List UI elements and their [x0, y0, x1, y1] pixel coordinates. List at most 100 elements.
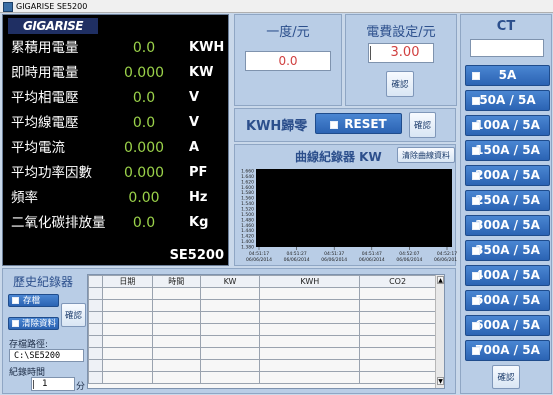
path-field[interactable]: C:\SE5200 — [9, 349, 84, 362]
x-tick-time: 04:51:17 — [249, 251, 269, 257]
ct-indicator-icon — [472, 172, 480, 180]
column-header[interactable]: 時間 — [151, 275, 201, 288]
ct-input[interactable] — [470, 39, 544, 57]
y-tick-label: 1.440 — [241, 228, 254, 234]
meter-row: 平均功率因數 0.000 PF — [3, 161, 230, 185]
rate-confirm-button[interactable]: 確認 — [386, 71, 414, 97]
rate-input[interactable]: 3.00 — [368, 43, 434, 63]
x-tick-time: 04:52:07 — [399, 251, 419, 257]
window-title: GIGARISE SE5200 — [16, 2, 88, 11]
meter-row: 平均電流 0.000 A — [3, 136, 230, 160]
meter-value: 0.0 — [132, 215, 156, 231]
table-cell — [151, 287, 201, 300]
save-indicator-icon — [12, 297, 19, 304]
meter-value: 0.000 — [123, 165, 165, 181]
ct-indicator-icon — [472, 97, 480, 105]
ct-option-button[interactable]: 50A / 5A — [465, 90, 550, 111]
kwh-confirm-button[interactable]: 確認 — [409, 112, 436, 138]
column-header[interactable]: 日期 — [101, 275, 153, 288]
rate-setting-panel: 電費設定/元 3.00 確認 — [345, 14, 457, 106]
column-header[interactable]: KW — [199, 275, 261, 288]
ct-indicator-icon — [472, 222, 480, 230]
stepper-icon[interactable] — [370, 46, 374, 60]
table-cell — [88, 311, 103, 324]
ct-option-button[interactable]: 5A — [465, 65, 550, 86]
time-unit-label: 分 — [76, 382, 86, 392]
meter-label: 平均電流 — [11, 140, 65, 156]
time-stepper-icon[interactable] — [33, 380, 37, 389]
x-tick-date: 06/06/2014 — [396, 257, 422, 263]
y-tick-label: 1.600 — [241, 185, 254, 191]
table-cell — [359, 335, 436, 348]
kwh-reset-panel: KWH歸零 RESET 確認 — [234, 108, 456, 142]
table-row[interactable] — [88, 335, 436, 348]
ct-option-button[interactable]: 300A / 5A — [465, 215, 550, 236]
meter-row: 累積用電量 0.0 KWH — [3, 36, 230, 60]
ct-title: CT — [496, 19, 516, 34]
column-header[interactable]: CO2 — [359, 275, 436, 288]
ct-option-label: 350A / 5A — [475, 243, 540, 257]
table-row[interactable] — [88, 323, 436, 336]
ct-option-button[interactable]: 200A / 5A — [465, 165, 550, 186]
table-cell — [199, 311, 261, 324]
table-cell — [101, 371, 153, 384]
table-cell — [259, 311, 361, 324]
table-row[interactable] — [88, 359, 436, 372]
ct-option-button[interactable]: 400A / 5A — [465, 265, 550, 286]
table-row[interactable] — [88, 299, 436, 312]
ct-option-button[interactable]: 700A / 5A — [465, 340, 550, 361]
history-title: 歷史紀錄器 — [13, 275, 74, 289]
table-cell — [199, 335, 261, 348]
ct-option-button[interactable]: 150A / 5A — [465, 140, 550, 161]
ct-option-label: 5A — [498, 68, 517, 82]
ct-option-button[interactable]: 250A / 5A — [465, 190, 550, 211]
table-row[interactable] — [88, 287, 436, 300]
clear-chart-button[interactable]: 清除曲線資料 — [397, 147, 455, 163]
ct-option-button[interactable]: 500A / 5A — [465, 290, 550, 311]
table-cell — [151, 347, 201, 360]
ct-option-label: 200A / 5A — [475, 168, 540, 182]
table-cell — [359, 347, 436, 360]
table-cell — [88, 347, 103, 360]
ct-option-label: 50A / 5A — [479, 93, 536, 107]
history-table[interactable]: 日期 時間 KW KWH CO2 ▲ ▼ — [87, 274, 445, 389]
column-header[interactable]: KWH — [259, 275, 361, 288]
unit-price-panel: 一度/元 0.0 — [234, 14, 342, 106]
record-time-input[interactable]: 1 — [31, 377, 75, 391]
x-axis: 04:51:1706/06/201404:51:2706/06/201404:5… — [246, 247, 457, 263]
scroll-down-icon[interactable]: ▼ — [437, 377, 444, 385]
ct-option-label: 100A / 5A — [475, 118, 540, 132]
table-row[interactable] — [88, 371, 436, 384]
history-confirm-button[interactable]: 確認 — [61, 303, 86, 327]
table-cell — [259, 299, 361, 312]
table-cell — [199, 347, 261, 360]
ct-confirm-button[interactable]: 確認 — [492, 365, 520, 389]
app-icon — [3, 2, 13, 12]
x-tick-date: 06/06/2014 — [321, 257, 347, 263]
table-cell — [199, 287, 261, 300]
table-cell — [151, 299, 201, 312]
x-tick-time: 04:51:47 — [362, 251, 382, 257]
reset-button[interactable]: RESET — [315, 113, 402, 134]
ct-option-button[interactable]: 100A / 5A — [465, 115, 550, 136]
ct-option-button[interactable]: 350A / 5A — [465, 240, 550, 261]
unit-price-title: 一度/元 — [266, 25, 310, 40]
x-tick-time: 04:51:27 — [286, 251, 306, 257]
table-row[interactable] — [88, 311, 436, 324]
clear-data-button[interactable]: 清除資料 — [8, 317, 59, 330]
save-button-label: 存檔 — [23, 296, 41, 306]
scroll-up-icon[interactable]: ▲ — [437, 276, 444, 284]
ct-option-button[interactable]: 600A / 5A — [465, 315, 550, 336]
meter-unit: KW — [189, 65, 214, 80]
table-row[interactable] — [88, 347, 436, 360]
ct-option-label: 300A / 5A — [475, 218, 540, 232]
meter-panel: GIGARISE 累積用電量 0.0 KWH 即時用電量 0.000 KW 平均相電壓 0.0… — [2, 14, 229, 266]
kwh-reset-label: KWH歸零 — [246, 119, 308, 134]
table-cell — [199, 371, 261, 384]
save-button[interactable]: 存檔 — [8, 294, 59, 307]
history-grid: 日期 時間 KW KWH CO2 — [88, 275, 436, 384]
ct-indicator-icon — [472, 297, 480, 305]
vertical-scrollbar[interactable]: ▲ ▼ — [435, 275, 444, 388]
table-cell — [359, 299, 436, 312]
table-cell — [359, 323, 436, 336]
